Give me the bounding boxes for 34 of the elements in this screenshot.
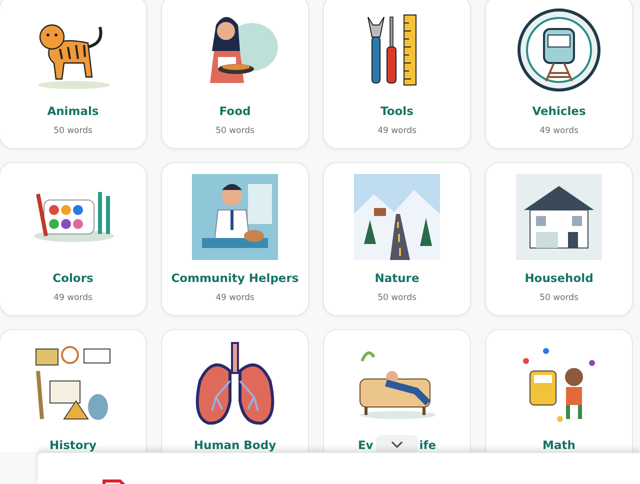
category-title: Animals bbox=[47, 104, 99, 118]
category-title: Household bbox=[524, 271, 594, 285]
category-card[interactable]: Ev ife bbox=[323, 329, 471, 452]
category-title: Colors bbox=[52, 271, 94, 285]
chevron-down-icon bbox=[391, 441, 403, 449]
category-title: Ev bbox=[358, 438, 374, 452]
category-card[interactable]: Colors 49 words bbox=[0, 162, 147, 316]
category-card[interactable]: Nature 50 words bbox=[323, 162, 471, 316]
category-card[interactable]: Animals 50 words bbox=[0, 0, 147, 149]
word-count: 49 words bbox=[378, 126, 416, 136]
category-title: Community Helpers bbox=[171, 271, 299, 285]
category-card[interactable]: Tools 49 words bbox=[323, 0, 471, 149]
word-count: 49 words bbox=[216, 293, 254, 303]
category-card[interactable]: Human Body bbox=[161, 329, 309, 452]
category-card[interactable]: Math bbox=[485, 329, 633, 452]
category-title: Human Body bbox=[194, 438, 276, 452]
category-title: Nature bbox=[374, 271, 420, 285]
word-count: 49 words bbox=[54, 293, 92, 303]
word-count: 49 words bbox=[540, 126, 578, 136]
category-card[interactable]: Vehicles 49 words bbox=[485, 0, 633, 149]
category-card[interactable]: Household 50 words bbox=[485, 162, 633, 316]
category-card[interactable]: Food 50 words bbox=[161, 0, 309, 149]
category-title: Vehicles bbox=[532, 104, 586, 118]
word-count: 50 words bbox=[216, 126, 254, 136]
word-count: 50 words bbox=[54, 126, 92, 136]
category-title: Food bbox=[219, 104, 251, 118]
category-title: History bbox=[50, 438, 96, 452]
category-title: ife bbox=[419, 438, 436, 452]
category-title: Tools bbox=[380, 104, 414, 118]
word-count: 50 words bbox=[540, 293, 578, 303]
category-card[interactable]: History bbox=[0, 329, 147, 452]
word-count: 50 words bbox=[378, 293, 416, 303]
category-title: Math bbox=[542, 438, 576, 452]
category-card[interactable]: Community Helpers 49 words bbox=[161, 162, 309, 316]
